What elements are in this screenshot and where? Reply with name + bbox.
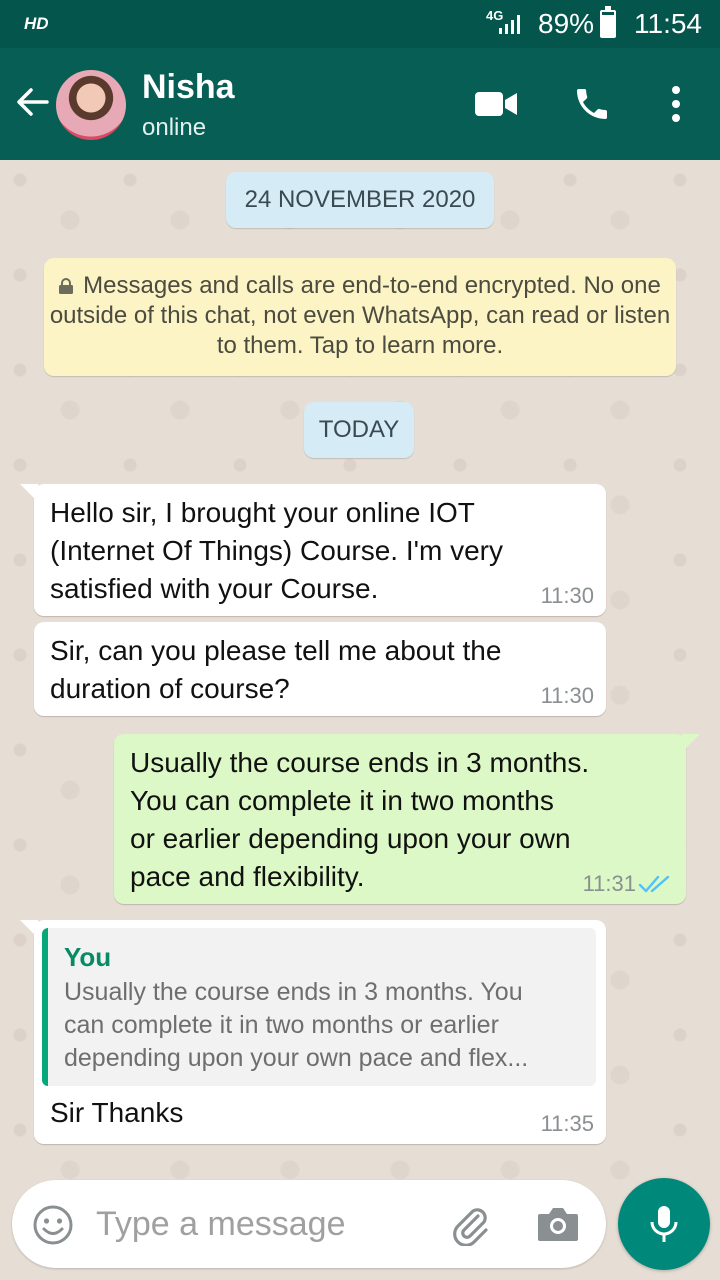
mic-icon xyxy=(650,1206,678,1242)
message-bubble[interactable]: You Usually the course ends in 3 months.… xyxy=(20,920,606,1144)
message-input[interactable] xyxy=(96,1198,426,1250)
date-label: 24 NOVEMBER 2020 xyxy=(226,172,494,228)
hd-indicator: HD xyxy=(24,14,49,33)
message-time: 11:31 xyxy=(582,871,636,896)
message-text: Hello sir, I brought your online IOT (In… xyxy=(50,497,503,604)
signal-icon xyxy=(499,15,520,34)
quote-text: Usually the course ends in 3 months. You… xyxy=(64,978,529,1072)
emoji-icon[interactable] xyxy=(32,1204,74,1246)
message-bubble[interactable]: Sir, can you please tell me about the du… xyxy=(34,622,606,716)
message-time: 11:30 xyxy=(540,583,594,608)
contact-name[interactable]: Nisha xyxy=(142,68,235,107)
message-bubble[interactable]: Hello sir, I brought your online IOT (In… xyxy=(20,484,606,616)
status-bar: HD 4G 89% 11:54 xyxy=(0,0,720,48)
contact-status: online xyxy=(142,114,207,141)
attach-icon[interactable] xyxy=(448,1202,492,1246)
phone-icon[interactable] xyxy=(572,84,612,124)
mic-button[interactable] xyxy=(618,1178,710,1270)
battery-icon xyxy=(600,6,616,38)
camera-icon[interactable] xyxy=(536,1204,580,1244)
today-label: TODAY xyxy=(304,402,414,458)
clock: 11:54 xyxy=(634,8,702,39)
encryption-text: Messages and calls are end-to-end encryp… xyxy=(49,272,671,359)
message-bubble-outgoing[interactable]: Usually the course ends in 3 months. You… xyxy=(114,734,700,904)
chat-header: Nisha online xyxy=(0,48,720,160)
quote-author: You xyxy=(64,942,112,972)
quoted-message[interactable]: You Usually the course ends in 3 months.… xyxy=(42,928,596,1086)
more-options-icon[interactable] xyxy=(664,84,688,124)
message-composer xyxy=(12,1180,606,1268)
video-call-icon[interactable] xyxy=(474,88,518,120)
back-arrow-icon[interactable] xyxy=(14,84,50,120)
message-time: 11:30 xyxy=(540,683,594,708)
message-text: Usually the course ends in 3 months. You… xyxy=(130,747,590,892)
avatar[interactable] xyxy=(56,70,126,140)
lock-icon xyxy=(59,272,74,294)
encryption-notice[interactable]: Messages and calls are end-to-end encryp… xyxy=(44,258,676,376)
double-check-icon xyxy=(638,875,670,893)
message-time: 11:35 xyxy=(540,1111,594,1136)
battery-percent: 89% xyxy=(538,8,595,39)
chat-area[interactable]: 24 NOVEMBER 2020 Messages and calls are … xyxy=(0,160,720,1180)
message-text: Sir Thanks xyxy=(50,1097,184,1128)
message-text: Sir, can you please tell me about the du… xyxy=(50,635,502,704)
